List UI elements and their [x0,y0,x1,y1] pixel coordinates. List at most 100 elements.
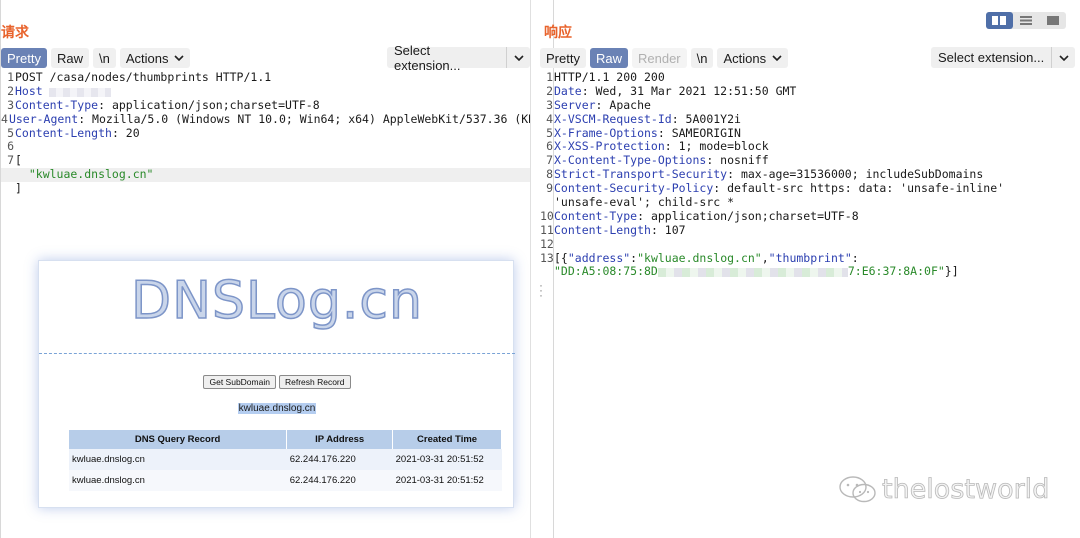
code-line: 2 Date: Wed, 31 Mar 2021 12:51:50 GMT [540,83,1080,99]
code-text: : SAMEORIGIN [657,125,741,140]
code-line: 4 X-VSCM-Request-Id: 5A001Y2i [540,111,1080,127]
table-cell: kwluae.dnslog.cn [69,470,287,491]
code-text: POST /casa/nodes/thumbprints HTTP/1.1 [15,70,272,84]
request-tabbar: Pretty Raw \n Actions [1,47,194,69]
request-actions-label: Actions [125,50,169,66]
code-line: 2 Host [1,83,531,99]
layout-toggle [986,12,1066,29]
line-number: 4 [546,111,553,126]
code-line: 5 Content-Length: 20 [1,125,531,141]
table-cell: 2021-03-31 20:51:52 [392,470,502,491]
table-cell: kwluae.dnslog.cn [69,449,287,470]
code-line: 6 X-XSS-Protection: 1; mode=block [540,140,1080,154]
code-line: 9 Content-Security-Policy: default-src ht… [540,181,1080,196]
line-number: 5 [7,125,14,140]
header-key: Date [554,83,582,98]
response-panel: 响应 Pretty Raw Render \n Actions Select e… [540,0,1080,538]
header-key: X-XSS-Protection [554,139,665,154]
code-text: : nosniff [706,153,769,168]
code-line: 6 [1,140,531,154]
columns-icon [992,16,1007,25]
line-number: 6 [546,139,553,154]
wechat-icon [839,475,876,502]
line-number [1,182,14,196]
code-line: "kwluae.dnslog.cn" [1,167,531,183]
request-editor[interactable]: 1 POST /casa/nodes/thumbprints HTTP/1.1 2 H… [1,70,549,196]
table-cell: 62.244.176.220 [286,470,393,491]
line-number: 13 [540,250,554,265]
watermark-text: thelostworld [882,474,1050,506]
response-tab-raw[interactable]: Raw [589,48,628,68]
header-key: Content-Type [15,97,99,112]
line-number: 6 [7,139,14,154]
code-text: , [761,250,769,265]
response-tab-pretty[interactable]: Pretty [540,48,586,68]
code-text: HTTP/1.1 200 200 [554,70,665,84]
code-text: "DD:A5:08:75:8D [554,264,658,279]
chevron-down-icon [174,53,185,64]
request-tab-pretty[interactable]: Pretty [1,48,47,68]
layout-tabs-button[interactable] [1039,12,1066,29]
code-text: : application/json;charset=UTF-8 [98,97,320,112]
drag-handle-icon[interactable]: · · · [531,279,551,301]
line-number: 11 [540,222,554,237]
response-editor[interactable]: 1 HTTP/1.1 200 200 2 Date: Wed, 31 Mar 2021… [540,70,1080,279]
header-key: X-Frame-Options [554,125,658,140]
refresh-record-button[interactable]: Refresh Record [278,375,351,389]
line-number: 4 [1,111,8,126]
layout-side-by-side-button[interactable] [986,12,1013,29]
line-number [540,196,553,210]
header-key: Content-Security-Policy [554,181,714,196]
response-title: 响应 [544,24,572,40]
single-pane-icon [1046,16,1059,25]
code-text: [{ [554,250,568,265]
code-text: : max-age=31536000; includeSubDomains [727,167,984,182]
line-number: 8 [546,167,553,182]
table-cell: 2021-03-31 20:51:52 [392,449,502,470]
code-line: 13[{"address": "kwluae.dnslog.cn", "thumbp… [540,250,1080,266]
chevron-down-icon [772,53,782,64]
line-number [540,265,553,279]
code-line: 7[ [1,153,531,168]
code-text: : default-src https: data: 'unsafe-inlin… [713,181,1005,196]
code-line: 5 X-Frame-Options: SAMEORIGIN [540,125,1080,141]
code-text: 7:E6:37:8A:0F" [847,264,945,279]
request-tab-raw[interactable]: Raw [50,48,89,68]
line-number: 1 [7,70,14,84]
request-title: 请求 [1,24,29,40]
layout-stacked-button[interactable] [1013,12,1040,29]
header-key: X-VSCM-Request-Id [554,111,672,126]
header-key: X-Content-Type-Options [554,153,707,168]
watermark: thelostworld [838,474,1050,506]
response-tabbar: Pretty Raw Render \n Actions [540,47,792,69]
code-line: 11 Content-Length: 107 [540,222,1080,238]
code-line: ] [1,181,531,196]
line-number: 2 [7,83,14,98]
dnslog-button-row: Get SubDomain Refresh Record [39,375,515,389]
request-tab-newline[interactable]: \n [92,48,116,68]
chevron-down-icon [1051,47,1075,68]
table-header-row: DNS Query Record IP Address Created Time [69,430,502,449]
column-header-dns-query: DNS Query Record [69,430,288,449]
response-actions-label: Actions [723,50,767,66]
code-text: : [851,250,859,265]
response-select-extension[interactable]: Select extension... [931,47,1076,68]
dashed-divider [39,353,515,354]
rows-icon [1020,16,1032,25]
code-line: 12 [540,237,1080,252]
redacted-text [48,87,111,97]
code-line: 4 User-Agent: Mozilla/5.0 (Windows NT 10.… [1,111,549,127]
line-number: 7 [7,153,14,168]
request-actions-menu[interactable]: Actions [119,48,191,68]
request-select-extension[interactable]: Select extension... [387,43,530,73]
code-line: 1 POST /casa/nodes/thumbprints HTTP/1.1 [1,70,531,85]
response-actions-menu[interactable]: Actions [717,48,789,68]
line-number: 2 [546,83,553,98]
header-key: Content-Length [15,125,112,140]
get-subdomain-button[interactable]: Get SubDomain [203,375,276,389]
response-tab-newline[interactable]: \n [690,48,714,68]
line-number: 3 [546,97,553,112]
chevron-down-icon [506,47,530,68]
response-tab-render[interactable]: Render [631,48,687,68]
code-line: 10 Content-Type: application/json;charset… [540,209,1080,224]
